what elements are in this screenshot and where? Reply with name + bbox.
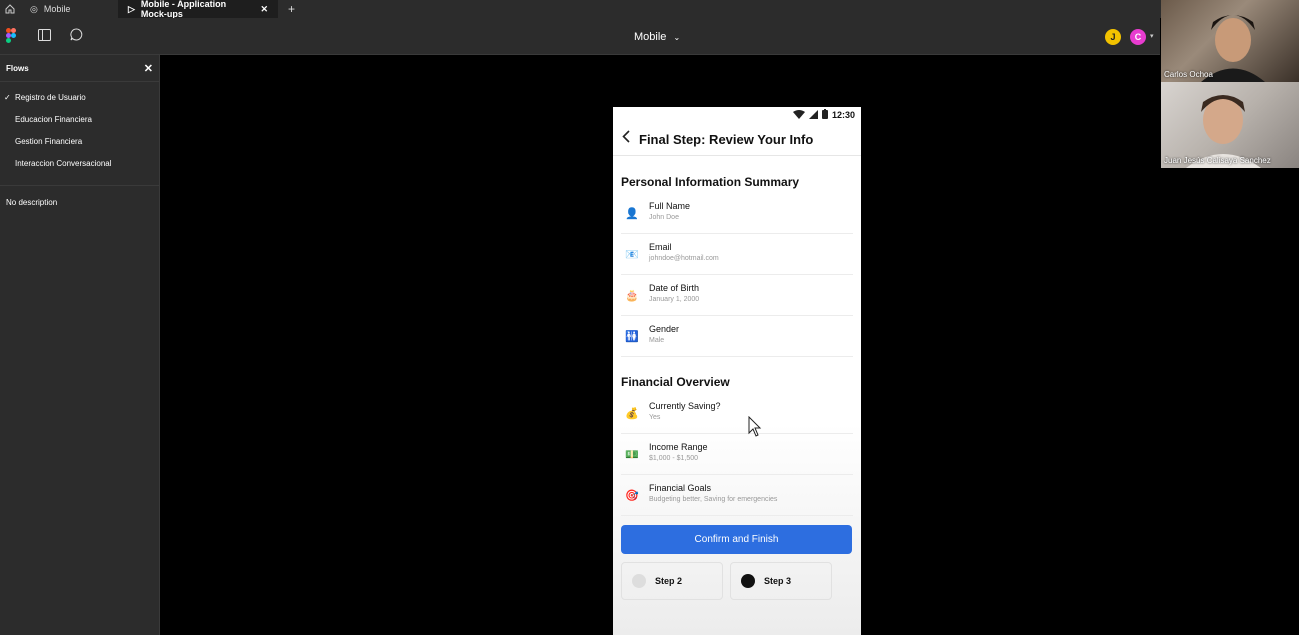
toolbar: Mobile ⌄ J C ▾ <box>0 18 1160 55</box>
home-icon[interactable] <box>0 4 20 14</box>
info-row: 💵 Income Range $1,000 - $1,500 <box>621 434 853 475</box>
chevron-down-icon: ⌄ <box>673 33 681 42</box>
info-value: $1,000 - $1,500 <box>649 455 699 462</box>
flows-title: Flows <box>6 63 29 73</box>
figma-logo-icon[interactable] <box>6 28 16 48</box>
page-title: Final Step: Review Your Info <box>639 131 814 147</box>
close-tab-icon[interactable]: ✕ <box>260 4 268 15</box>
info-label: Gender <box>649 324 680 334</box>
flow-label: Educacion Financiera <box>15 114 92 124</box>
user-icon: 👤 <box>625 207 639 220</box>
info-row: 🎯 Financial Goals Budgeting better, Saving… <box>621 475 853 516</box>
info-row: 👤 Full Name John Doe <box>621 193 853 234</box>
info-row: 📧 Email johndoe@hotmail.com <box>621 234 853 275</box>
flow-item-educacion[interactable]: Educacion Financiera <box>0 108 159 130</box>
tab-bar: ◎ Mobile ▷ Mobile - Application Mock-ups… <box>0 0 1299 19</box>
info-label: Email <box>649 242 672 252</box>
new-tab-button[interactable]: + <box>278 0 305 18</box>
back-arrow-icon[interactable] <box>622 130 630 148</box>
cash-icon: 💵 <box>625 448 639 461</box>
battery-icon <box>821 109 828 121</box>
phone-mockup: 12:30 Final Step: Review Your Info Perso… <box>613 107 861 635</box>
email-icon: 📧 <box>625 248 639 261</box>
close-icon[interactable]: ✕ <box>144 62 153 75</box>
info-row: 🎂 Date of Birth January 1, 2000 <box>621 275 853 316</box>
participant-name: Carlos Ochoa <box>1164 70 1213 79</box>
flow-description: No description <box>6 198 58 207</box>
avatar-dropdown-icon[interactable]: ▾ <box>1150 32 1154 40</box>
video-tile-juan[interactable]: Juan Jesús Calisaya Sanchez <box>1161 82 1299 168</box>
info-value: Male <box>649 337 665 344</box>
info-value: Yes <box>649 414 661 421</box>
step-dot-icon <box>632 574 646 588</box>
info-value: Budgeting better, Saving for emergencies <box>649 496 778 503</box>
personal-info-list: 👤 Full Name John Doe 📧 Email johndoe@hotmail.… <box>613 193 861 357</box>
video-tile-carlos[interactable]: Carlos Ochoa <box>1161 0 1299 82</box>
tab-application-mockups[interactable]: ▷ Mobile - Application Mock-ups ✕ <box>118 0 278 19</box>
info-row: 💰 Currently Saving? Yes <box>621 393 853 434</box>
file-title-dropdown[interactable]: Mobile ⌄ <box>634 31 680 43</box>
signal-icon <box>808 109 818 121</box>
info-label: Currently Saving? <box>649 401 721 411</box>
avatar-j[interactable]: J <box>1105 29 1121 45</box>
personal-section-title: Personal Information Summary <box>621 175 800 189</box>
play-icon: ▷ <box>128 3 135 14</box>
tab-label: Mobile <box>43 4 71 14</box>
flow-label: Gestion Financiera <box>15 136 83 146</box>
flow-item-gestion[interactable]: Gestion Financiera <box>0 130 159 152</box>
check-icon: ✓ <box>4 92 11 102</box>
financial-section-title: Financial Overview <box>621 375 730 389</box>
info-label: Income Range <box>649 442 708 452</box>
status-bar: 12:30 <box>613 107 861 123</box>
target-icon: 🎯 <box>625 489 639 502</box>
info-value: John Doe <box>649 214 679 221</box>
figma-file-icon: ◎ <box>30 3 38 14</box>
sidebar-toggle-icon[interactable] <box>38 28 51 46</box>
flow-label: Registro de Usuario <box>15 92 86 102</box>
step-2-card[interactable]: Step 2 <box>621 562 723 600</box>
wifi-icon <box>792 109 805 121</box>
avatar-c[interactable]: C <box>1130 29 1146 45</box>
step-label: Step 3 <box>764 576 792 586</box>
comment-icon[interactable] <box>70 28 83 46</box>
flows-sidebar: Flows ✕ ✓ Registro de Usuario Educacion … <box>0 55 160 635</box>
money-bag-icon: 💰 <box>625 407 639 420</box>
tab-mobile[interactable]: ◎ Mobile <box>20 0 118 18</box>
step-label: Step 2 <box>655 576 683 586</box>
status-time: 12:30 <box>831 110 855 120</box>
info-value: johndoe@hotmail.com <box>649 255 719 262</box>
participant-name: Juan Jesús Calisaya Sanchez <box>1164 156 1271 165</box>
financial-info-list: 💰 Currently Saving? Yes 💵 Income Range $1,000… <box>613 393 861 516</box>
gender-icon: 🚻 <box>625 330 639 343</box>
file-title: Mobile <box>634 31 667 43</box>
confirm-finish-button[interactable]: Confirm and Finish <box>621 525 852 554</box>
step-3-card[interactable]: Step 3 <box>730 562 832 600</box>
info-label: Financial Goals <box>649 483 712 493</box>
cake-icon: 🎂 <box>625 289 639 302</box>
nav-bar: Final Step: Review Your Info <box>613 123 861 156</box>
info-label: Date of Birth <box>649 283 700 293</box>
flow-item-interaccion[interactable]: Interaccion Conversacional <box>0 152 159 174</box>
step-dot-icon <box>741 574 755 588</box>
info-value: January 1, 2000 <box>649 296 700 303</box>
flow-label: Interaccion Conversacional <box>15 158 112 168</box>
info-row: 🚻 Gender Male <box>621 316 853 357</box>
tab-label: Mobile - Application Mock-ups <box>140 0 227 19</box>
mouse-cursor-icon <box>748 415 762 443</box>
flows-header: Flows ✕ <box>0 55 159 82</box>
info-label: Full Name <box>649 201 691 211</box>
flow-item-registro[interactable]: ✓ Registro de Usuario <box>0 86 159 108</box>
